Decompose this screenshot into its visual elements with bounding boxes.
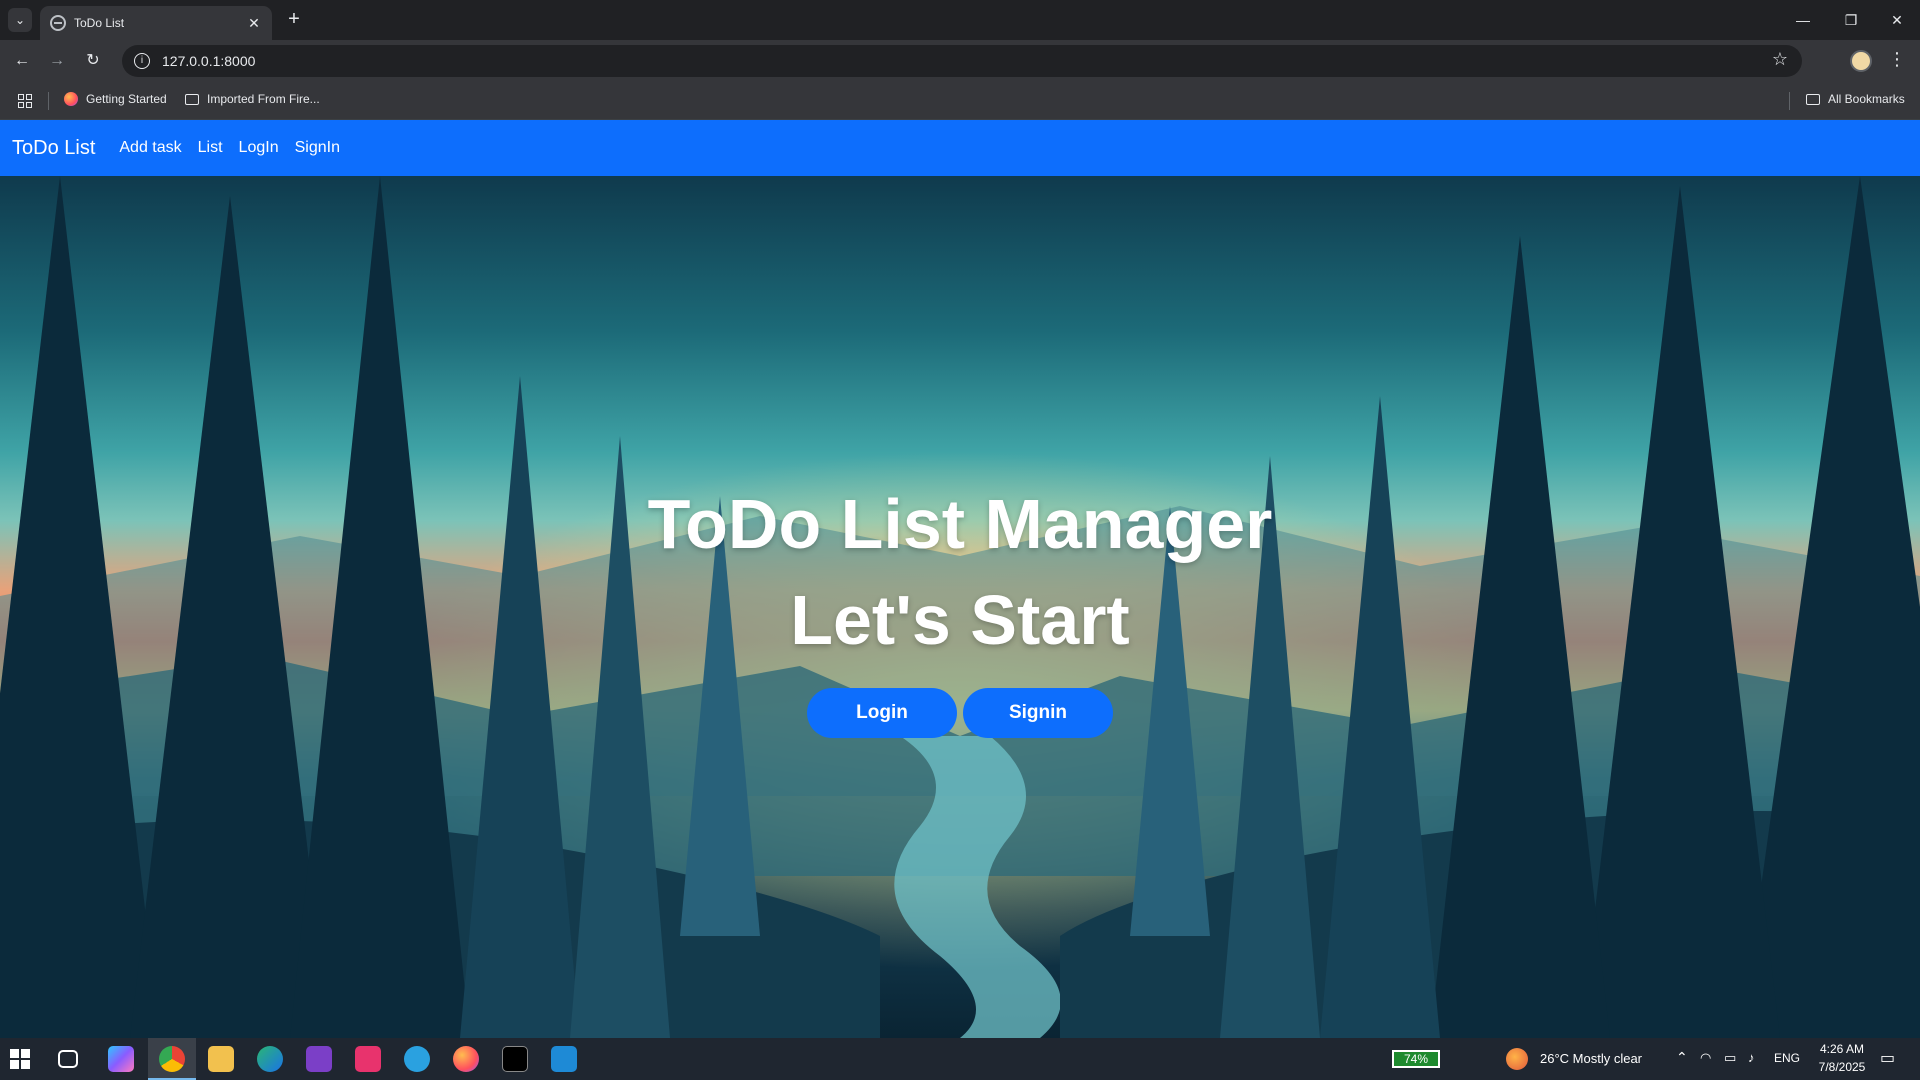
bookmark-star-icon[interactable]: ☆ bbox=[1772, 49, 1788, 70]
bookmarks-bar: Getting Started Imported From Fire... Al… bbox=[0, 82, 1920, 120]
close-tab-icon[interactable]: ✕ bbox=[246, 15, 262, 32]
browser-tab[interactable]: ToDo List ✕ bbox=[40, 6, 272, 40]
file-explorer-icon[interactable] bbox=[208, 1046, 234, 1072]
visual-studio-icon[interactable] bbox=[306, 1046, 332, 1072]
battery-tray-icon[interactable]: ▭ bbox=[1724, 1050, 1736, 1066]
nav-login[interactable]: LogIn bbox=[239, 139, 279, 157]
hero-title-line1: ToDo List Manager bbox=[647, 485, 1273, 563]
forward-icon[interactable]: → bbox=[45, 49, 69, 73]
site-info-icon[interactable]: i bbox=[134, 53, 150, 69]
clock-time[interactable]: 4:26 AM bbox=[1812, 1042, 1872, 1056]
folder-icon bbox=[185, 93, 199, 105]
nav-list[interactable]: List bbox=[198, 139, 223, 157]
bookmark-separator bbox=[48, 92, 49, 110]
hero-actions: Login Signin bbox=[0, 688, 1920, 738]
login-button[interactable]: Login bbox=[807, 688, 957, 738]
copilot-icon[interactable] bbox=[108, 1046, 134, 1072]
new-tab-icon[interactable]: + bbox=[282, 8, 306, 32]
clock-date[interactable]: 7/8/2025 bbox=[1812, 1060, 1872, 1074]
volume-icon[interactable]: ♪ bbox=[1748, 1050, 1755, 1065]
firefox-icon bbox=[64, 92, 78, 106]
nav-signin[interactable]: SignIn bbox=[295, 139, 340, 157]
show-hidden-icons-icon[interactable]: ⌃ bbox=[1676, 1049, 1688, 1066]
apps-grid-icon[interactable] bbox=[18, 94, 32, 108]
bookmark-separator bbox=[1789, 92, 1790, 110]
reload-icon[interactable]: ↻ bbox=[81, 49, 105, 73]
chrome-menu-icon[interactable]: ⋮ bbox=[1888, 49, 1906, 70]
terminal-icon[interactable] bbox=[502, 1046, 528, 1072]
navbar-brand[interactable]: ToDo List bbox=[12, 137, 95, 160]
globe-icon bbox=[50, 15, 66, 31]
nav-add-task[interactable]: Add task bbox=[119, 139, 181, 157]
hero-heading: ToDo List Manager Let's Start bbox=[0, 476, 1920, 668]
windows-taskbar: 74% 26°C Mostly clear ⌃ ◠ ▭ ♪ ENG 4:26 A… bbox=[0, 1038, 1920, 1080]
firefox-icon[interactable] bbox=[453, 1046, 479, 1072]
bookmark-imported-folder[interactable]: Imported From Fire... bbox=[185, 92, 320, 106]
app-navbar: ToDo List Add task List LogIn SignIn bbox=[0, 120, 1920, 176]
notifications-icon[interactable]: ▭ bbox=[1880, 1048, 1895, 1068]
tab-title: ToDo List bbox=[74, 16, 125, 30]
back-icon[interactable]: ← bbox=[10, 49, 34, 73]
wifi-icon[interactable]: ◠ bbox=[1700, 1050, 1711, 1066]
vscode-icon[interactable] bbox=[551, 1046, 577, 1072]
browser-toolbar: ← → ↻ i 127.0.0.1:8000 ☆ ⋮ bbox=[0, 40, 1920, 82]
signin-button[interactable]: Signin bbox=[963, 688, 1113, 738]
hero-section: ToDo List Manager Let's Start Login Sign… bbox=[0, 176, 1920, 1038]
windows-start-icon[interactable] bbox=[10, 1049, 30, 1069]
weather-icon[interactable] bbox=[1506, 1048, 1528, 1070]
profile-avatar[interactable] bbox=[1850, 50, 1872, 72]
url-text[interactable]: 127.0.0.1:8000 bbox=[162, 53, 255, 69]
address-bar[interactable]: i 127.0.0.1:8000 ☆ bbox=[122, 45, 1802, 77]
close-window-icon[interactable]: ✕ bbox=[1882, 8, 1912, 32]
tab-search-chevron-icon[interactable]: ⌄ bbox=[8, 8, 32, 32]
weather-text[interactable]: 26°C Mostly clear bbox=[1540, 1051, 1642, 1066]
telegram-icon[interactable] bbox=[404, 1046, 430, 1072]
edge-icon[interactable] bbox=[257, 1046, 283, 1072]
task-view-icon[interactable] bbox=[58, 1050, 78, 1068]
tab-strip: ⌄ ToDo List ✕ + — ❐ ✕ bbox=[0, 0, 1920, 40]
all-bookmarks[interactable]: All Bookmarks bbox=[1806, 92, 1905, 106]
minimize-icon[interactable]: — bbox=[1788, 8, 1818, 32]
battery-indicator[interactable]: 74% bbox=[1392, 1050, 1440, 1068]
folder-icon bbox=[1806, 93, 1820, 105]
chrome-icon[interactable] bbox=[159, 1046, 185, 1072]
language-indicator[interactable]: ENG bbox=[1774, 1051, 1800, 1065]
restore-icon[interactable]: ❐ bbox=[1836, 8, 1866, 32]
bookmark-getting-started[interactable]: Getting Started bbox=[64, 92, 167, 106]
app-icon[interactable] bbox=[355, 1046, 381, 1072]
hero-title-line2: Let's Start bbox=[790, 581, 1130, 659]
web-page: ToDo List Add task List LogIn SignIn ToD… bbox=[0, 120, 1920, 1038]
